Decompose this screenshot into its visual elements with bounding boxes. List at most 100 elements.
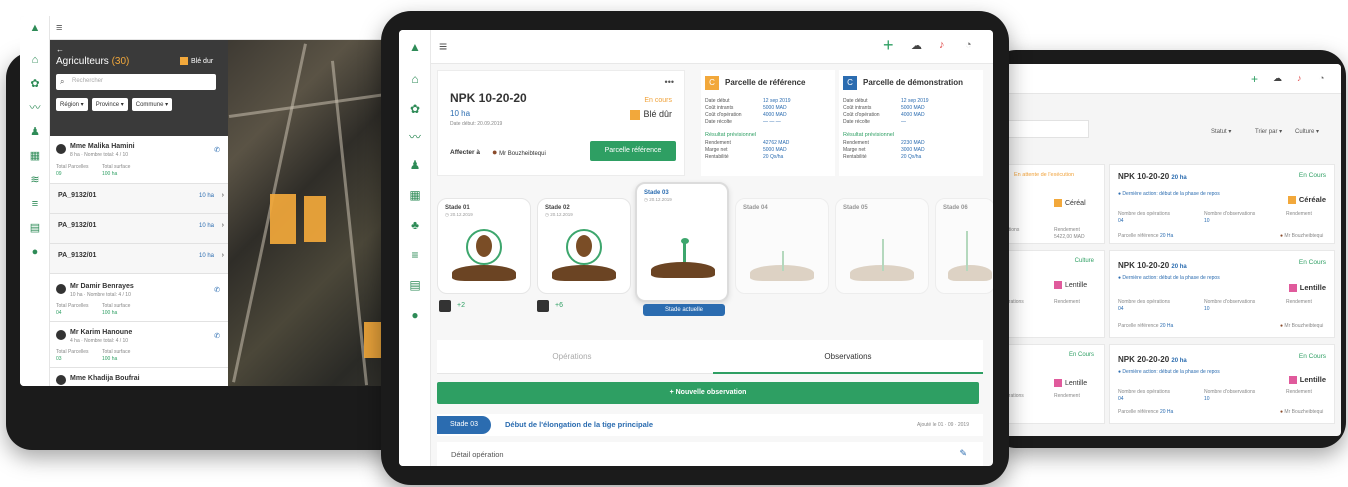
farmers-header: ← Agriculteurs (30) Blé dur ⌕ Rechercher… <box>50 40 228 136</box>
notification-icon[interactable]: ♪ <box>939 39 945 51</box>
farm-icon[interactable]: ⌂ <box>408 72 422 86</box>
avatar <box>56 330 66 340</box>
parcel-card[interactable]: NPK 10-20-20 20 ha En Cours ● Dernière a… <box>1109 250 1335 338</box>
info-row: Date récolte — — — <box>705 119 829 126</box>
reference-parcel-button[interactable]: Parcelle référence <box>590 141 676 161</box>
edit-icon[interactable]: ✎ <box>959 448 967 459</box>
demo-parcel-panel: C Parcelle de démonstration Date début 12… <box>839 70 983 176</box>
stage-card-current[interactable]: Stade 03 ◷ 20.12.2019 <box>635 182 729 302</box>
tab-observations[interactable]: Observations <box>713 340 983 374</box>
list-icon[interactable]: ≡ <box>408 248 422 262</box>
settings-icon[interactable]: ● <box>408 308 422 322</box>
calendar-icon[interactable]: ▦ <box>408 188 422 202</box>
stage-card[interactable]: Stade 05 <box>835 198 929 294</box>
phone-icon[interactable]: ✆ <box>214 146 220 154</box>
left-sidebar: ▲ ⌂ ✿ 〰 ♟ ▦ ≋ ≡ ▤ ● <box>20 16 50 386</box>
crop-filter-badge[interactable]: Blé dur <box>180 57 213 65</box>
map-field[interactable] <box>304 196 326 242</box>
stage-card[interactable]: Stade 02 ◷ 20.12.2019 <box>537 198 631 294</box>
plant-icon[interactable]: ✿ <box>408 102 422 116</box>
info-label: Rendement <box>705 140 731 146</box>
center-topbar: ≡ + ☁ ♪ ◔ <box>431 30 993 64</box>
parcel-card-partial[interactable]: Culture Lentille érations Rendement <box>1005 250 1105 338</box>
parcel-row[interactable]: PA_9132/01 10 ha › <box>50 214 228 244</box>
users-icon[interactable]: ♟ <box>408 158 422 172</box>
chevron-right-icon: › <box>221 252 224 259</box>
clock-icon[interactable]: ◔ <box>1319 73 1324 83</box>
calendar-icon[interactable]: ▦ <box>29 150 41 162</box>
province-filter[interactable]: Province ▾ <box>91 98 128 111</box>
add-icon[interactable]: + <box>1251 72 1258 86</box>
chart-icon[interactable]: 〰 <box>408 130 422 144</box>
status-filter[interactable]: Statut ▾ <box>1211 128 1231 135</box>
add-icon[interactable]: + <box>883 35 894 56</box>
seed-icon <box>476 235 492 257</box>
users-icon[interactable]: ♟ <box>29 126 41 138</box>
group-icon[interactable]: ♣ <box>408 218 422 232</box>
info-label: Marge net <box>843 147 866 153</box>
stage-badge: Stade 03 <box>437 416 491 434</box>
more-icon[interactable]: ••• <box>665 77 674 87</box>
menu-icon[interactable]: ≡ <box>439 38 447 54</box>
chart-icon[interactable]: 〰 <box>29 102 41 114</box>
observation-date: Ajouté le 01 · 09 · 2019 <box>917 422 969 428</box>
farmer-name: Mme Malika Hamini <box>70 143 135 150</box>
app-logo-icon[interactable]: ▲ <box>408 40 422 54</box>
new-observation-button[interactable]: + Nouvelle observation <box>437 382 979 404</box>
right-topbar: + ☁ ♪ ◔ <box>1005 64 1341 94</box>
parcel-card[interactable]: NPK 20-20-20 20 ha En Cours ● Dernière a… <box>1109 344 1335 424</box>
store-icon[interactable]: ▤ <box>408 278 422 292</box>
parcel-card-partial[interactable]: En Cours Lentille érations Rendement <box>1005 344 1105 424</box>
list-icon[interactable]: ≡ <box>29 198 41 210</box>
weather-icon[interactable]: ☁ <box>911 39 922 52</box>
region-filter[interactable]: Région ▾ <box>56 98 88 111</box>
tractor-icon[interactable]: ≋ <box>29 174 41 186</box>
store-icon[interactable]: ▤ <box>29 222 41 234</box>
observation-row[interactable]: Stade 03 Début de l'élongation de la tig… <box>437 414 983 436</box>
phone-icon[interactable]: ✆ <box>214 286 220 294</box>
clock-icon[interactable]: ◔ <box>965 39 972 51</box>
plant-icon[interactable]: ✿ <box>29 78 41 90</box>
info-label: Rentabilité <box>843 154 867 160</box>
parcel-card[interactable]: NPK 10-20-20 20 ha En Cours ● Dernière a… <box>1109 164 1335 244</box>
assignee[interactable]: ● Mr Bouzheibtequi <box>492 147 546 157</box>
tab-operations[interactable]: Opérations <box>437 340 707 374</box>
photo-thumb-icon[interactable] <box>439 300 451 312</box>
farmer-card[interactable]: Mme Khadija Boufrai <box>50 370 228 386</box>
stage-card[interactable]: Stade 04 <box>735 198 829 294</box>
settings-icon[interactable]: ● <box>29 246 41 258</box>
stage-card[interactable]: Stade 06 <box>935 198 993 294</box>
farm-icon[interactable]: ⌂ <box>29 54 41 66</box>
info-value: 2230 MAD <box>901 140 925 146</box>
map-field[interactable] <box>270 194 296 244</box>
weather-icon[interactable]: ☁ <box>1273 73 1282 84</box>
current-stage-badge: Stade actuelle <box>643 304 725 316</box>
info-row: Marge net 5000 MAD <box>705 147 829 154</box>
reference-results: Rendement 42762 MAD Marge net 5000 MAD Renta… <box>705 140 829 161</box>
notification-icon[interactable]: ♪ <box>1297 73 1302 83</box>
search-input[interactable] <box>1005 120 1089 138</box>
commune-filter[interactable]: Commune ▾ <box>131 98 173 111</box>
menu-icon[interactable]: ≡ <box>56 22 62 34</box>
sprout-icon <box>683 242 686 264</box>
parcel-header-card: ••• NPK 10-20-20 10 ha Date début: 20.09… <box>437 70 685 176</box>
culture-filter[interactable]: Culture ▾ <box>1295 128 1319 135</box>
parcel-area: 10 ha <box>450 109 471 118</box>
app-logo-icon[interactable]: ▲ <box>29 22 41 34</box>
search-input[interactable]: ⌕ Rechercher <box>56 74 216 90</box>
farmer-card[interactable]: Mr Damir Benrayes 10 ha · Nombre total: … <box>50 278 228 322</box>
farmer-sub: 8 ha · Nombre total: 4 / 10 <box>70 152 129 158</box>
stage-card[interactable]: Stade 01 ◷ 20.12.2019 <box>437 198 531 294</box>
info-row: Date début 12 sep 2019 <box>705 98 829 105</box>
parcel-row[interactable]: PA_9132/01 10 ha › <box>50 184 228 214</box>
info-row: Coût intrants 5000 MAD <box>843 105 967 112</box>
farmer-card[interactable]: Mme Malika Hamini 8 ha · Nombre total: 4… <box>50 138 228 184</box>
farmer-card[interactable]: Mr Karim Hanoune 4 ha · Nombre total: 4 … <box>50 324 228 368</box>
sort-filter[interactable]: Trier par ▾ <box>1255 128 1282 135</box>
parcel-card-partial[interactable]: En attente de l'exécution Céréal ations … <box>1005 164 1105 244</box>
photo-thumb-icon[interactable] <box>537 300 549 312</box>
info-value: 20 Qx/ha <box>901 154 922 160</box>
parcel-row[interactable]: PA_9132/01 10 ha › <box>50 244 228 274</box>
back-arrow-icon[interactable]: ← <box>56 45 64 54</box>
phone-icon[interactable]: ✆ <box>214 332 220 340</box>
